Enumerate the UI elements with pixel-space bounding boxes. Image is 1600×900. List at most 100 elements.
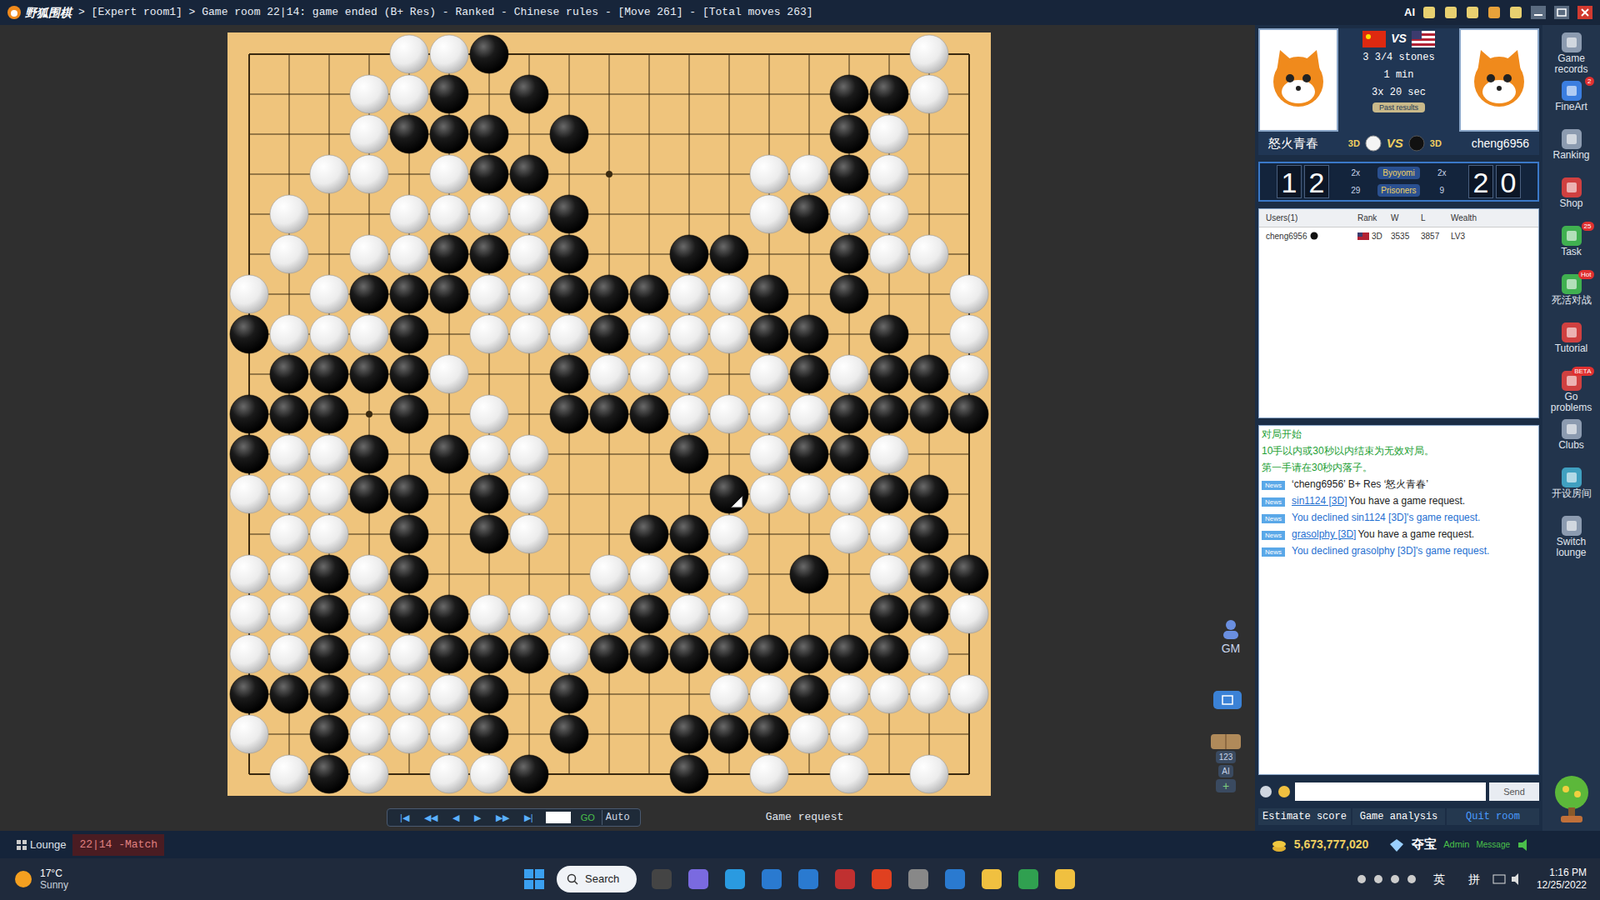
sidebar-item[interactable]: Ranking [1544,128,1600,172]
ime-language[interactable]: 英 [1433,870,1445,889]
app-icon[interactable] [906,867,930,891]
nav-button[interactable]: ▶▶ [490,810,515,825]
move-input[interactable] [545,811,571,824]
money-tree-icon[interactable] [1549,774,1595,825]
black-player-avatar[interactable] [1459,28,1540,132]
user-link[interactable]: grasolphy [3D] [1291,528,1356,540]
nav-button[interactable]: ◀ [446,810,465,825]
add-button[interactable]: + [1215,779,1236,793]
coin-count: 5,673,777,020 [1294,835,1370,854]
column-header[interactable]: W [1390,211,1421,225]
action-button[interactable]: Game analysis [1352,808,1445,825]
user-link[interactable]: sin1124 [3D] [1291,495,1348,507]
status-tab[interactable]: Lounge [10,834,73,856]
share-icon[interactable] [1213,690,1242,710]
system-tray: 英 拼 1:16 PM12/25/2022 [1355,866,1587,892]
sidebar-item[interactable]: 死活对战Hot [1544,273,1600,317]
column-header[interactable]: Users(1) [1265,211,1358,225]
nav-button[interactable]: ▶| [518,810,540,825]
white-player-name[interactable]: 怒火青春 [1268,134,1319,154]
go-button[interactable]: GO [577,810,599,825]
app-icon[interactable] [943,867,967,891]
search-box[interactable]: Search [556,865,637,893]
emoji-icon[interactable] [1276,784,1292,800]
sidebar-item[interactable]: Clubs [1544,418,1600,462]
ai-button[interactable]: AI [1404,4,1415,21]
go-board[interactable] [227,32,991,796]
black-stone [630,395,669,434]
column-header[interactable]: Wealth [1450,211,1493,225]
app-icon[interactable] [796,867,820,891]
help-icon[interactable] [1486,5,1502,20]
app-icon[interactable] [686,867,710,891]
game-request-button[interactable]: Game request [765,809,845,826]
tray-icons[interactable] [1355,871,1422,887]
clock-digit: 2 [1304,165,1330,199]
volume-icon[interactable] [1516,837,1532,853]
clock[interactable]: 1:16 PM12/25/2022 [1536,866,1587,892]
app-icon [1560,418,1583,440]
shirt-icon[interactable] [1465,5,1480,20]
chat-text: You declined grasolphy [3D]'s game reque… [1291,545,1490,557]
clock-digits: 20 [1468,165,1521,199]
sidebar-item[interactable]: Tutorial [1544,321,1600,365]
app-icon[interactable] [760,867,784,891]
close-icon[interactable] [1576,5,1594,20]
column-header[interactable]: Rank [1357,211,1391,225]
sidebar-item[interactable]: Go problemsBETA [1544,370,1600,414]
auto-button[interactable]: Auto [601,810,634,825]
past-results-button[interactable]: Past results [1372,102,1425,113]
chat-bubble-icon[interactable] [1258,784,1274,800]
app-icon[interactable] [723,867,747,891]
white-stone [630,355,669,394]
chat-input[interactable] [1295,782,1486,801]
chat-message: NewsYou declined sin1124 [3D]'s game req… [1261,511,1536,524]
nav-button[interactable]: ◀◀ [418,810,444,825]
move-number-toggle[interactable]: 123 [1215,750,1237,764]
maximize-icon[interactable] [1553,5,1570,20]
app-icon[interactable] [980,867,1004,891]
sidebar-item[interactable]: Task25 [1544,225,1600,269]
app-icon[interactable] [833,867,857,891]
sidebar-item[interactable]: Shop [1544,176,1600,220]
white-stone-icon [1365,135,1382,152]
ime-mode[interactable]: 拼 [1468,870,1480,889]
white-player-avatar[interactable] [1258,28,1339,132]
nav-button[interactable]: |◀ [394,810,415,825]
column-header[interactable]: L [1420,211,1451,225]
send-button[interactable]: Send [1489,782,1540,801]
action-button[interactable]: Estimate score [1258,808,1351,825]
gear-icon[interactable] [1508,5,1524,20]
black-stone [590,315,629,354]
sidebar-item[interactable]: Game records [1544,31,1600,75]
black-player-name[interactable]: cheng6956 [1471,135,1530,153]
clock-digit: 0 [1495,165,1521,199]
app-icon[interactable] [1016,867,1040,891]
user-icon[interactable] [1421,5,1437,20]
sidebar-item[interactable]: 开设房间 [1544,466,1600,510]
app-icon[interactable] [1053,867,1077,891]
board-icon[interactable] [1210,734,1241,750]
app-icon[interactable] [650,867,674,891]
admin-button[interactable]: Admin [1443,837,1470,852]
network-icon[interactable] [1491,871,1525,887]
user-row[interactable]: cheng69563D35353857LV3 [1259,227,1539,245]
sidebar-item[interactable]: Switch lounge [1544,515,1600,559]
black-stone [230,395,269,434]
windows-icon[interactable] [523,868,545,890]
home-icon[interactable] [1443,5,1459,20]
message-button[interactable]: Message [1475,838,1510,851]
action-button[interactable]: Quit room [1446,808,1540,825]
gm-button[interactable]: GM [1220,618,1242,658]
white-stone [350,595,389,634]
black-stone [670,715,709,754]
app-icon[interactable] [870,867,894,891]
ai-toggle[interactable]: AI [1218,765,1233,778]
minimize-icon[interactable] [1530,5,1547,20]
sidebar-item[interactable]: FineArt2 [1544,80,1600,124]
nav-button[interactable]: ▶ [468,810,487,825]
treasure-button[interactable]: 夺宝 [1411,835,1437,855]
black-stone [470,235,509,274]
status-tab[interactable]: 22|14 -Match [72,834,165,856]
black-stone [310,635,349,674]
